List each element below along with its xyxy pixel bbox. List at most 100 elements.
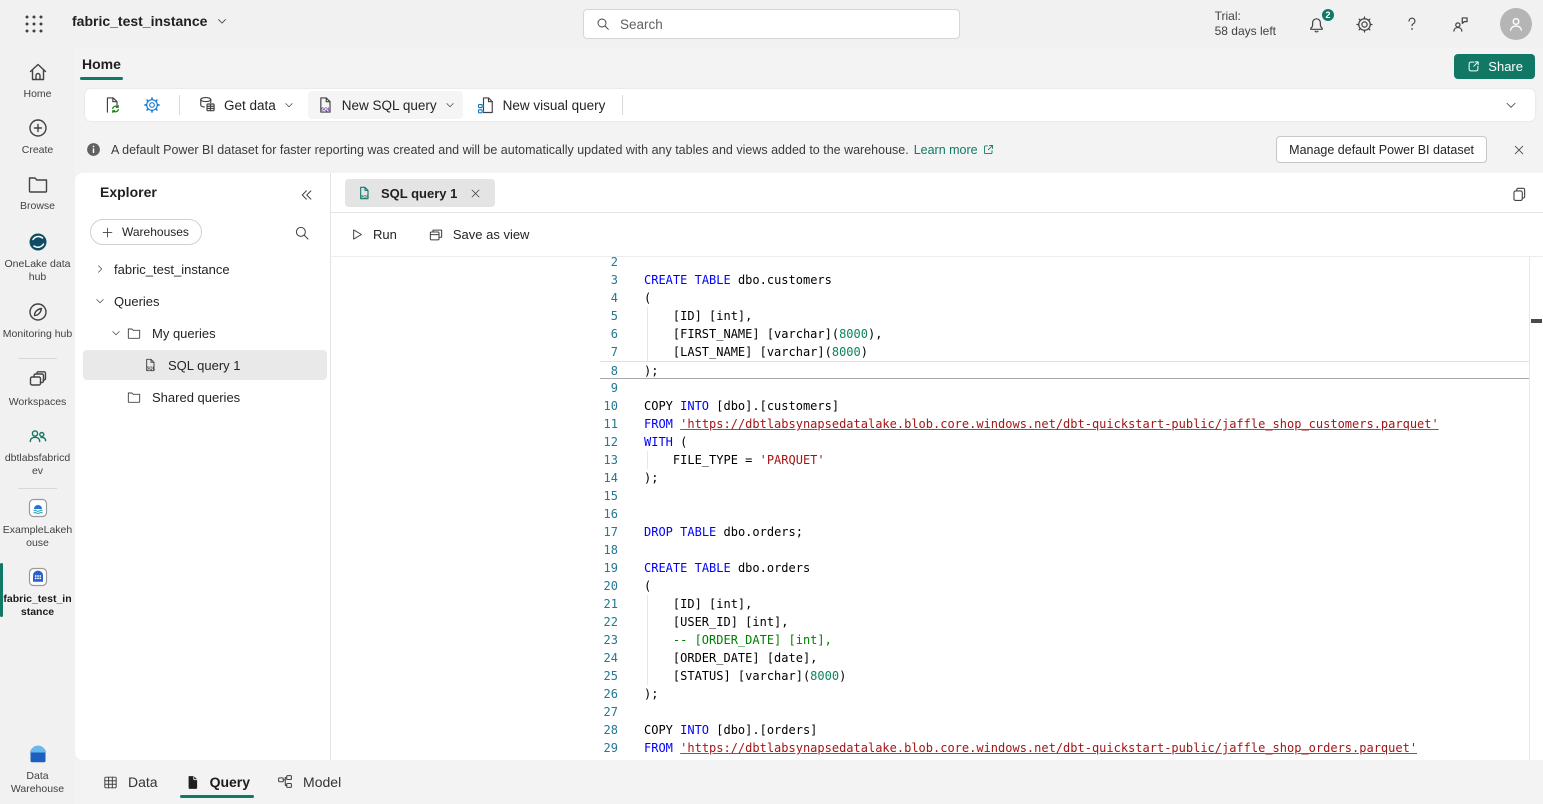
tree-item-sql-query-1[interactable]: SQLSQL query 1	[75, 349, 330, 381]
help-button[interactable]	[1396, 8, 1428, 40]
browse-icon	[26, 172, 50, 196]
code-token: [LAST_NAME] [varchar](	[644, 345, 832, 359]
code-line-9[interactable]: 9	[600, 379, 1530, 397]
explorer-search-button[interactable]	[293, 222, 315, 244]
code-line-6[interactable]: 6 [FIRST_NAME] [varchar](8000),	[600, 325, 1530, 343]
share-button[interactable]: Share	[1454, 54, 1535, 79]
rail-item-workspaces[interactable]: Workspaces	[0, 368, 75, 409]
code-token: TABLE	[695, 561, 731, 575]
code-token: 8000	[832, 345, 861, 359]
code-token: 8000	[810, 669, 839, 683]
code-line-14[interactable]: 14);	[600, 469, 1530, 487]
notifications-button[interactable]: 2	[1300, 8, 1332, 40]
code-line-18[interactable]: 18	[600, 541, 1530, 559]
rail-item-home[interactable]: Home	[0, 60, 75, 101]
line-number: 13	[600, 451, 618, 469]
settings-button[interactable]	[1348, 8, 1380, 40]
tab-sql-query-1[interactable]: SQL SQL query 1	[345, 179, 495, 207]
rail-item-onelake[interactable]: OneLake data hub	[0, 230, 75, 284]
manage-default-dataset-button[interactable]: Manage default Power BI dataset	[1276, 136, 1487, 163]
code-line-29[interactable]: 29FROM 'https://dbtlabsynapsedatalake.bl…	[600, 739, 1530, 757]
code-line-8[interactable]: 8);	[600, 361, 1530, 379]
code-line-17[interactable]: 17DROP TABLE dbo.orders;	[600, 523, 1530, 541]
view-tab-data[interactable]: Data	[98, 765, 162, 800]
save-as-view-button[interactable]: Save as view	[427, 226, 530, 244]
code-line-4[interactable]: 4(	[600, 289, 1530, 307]
editor-scrollbar[interactable]	[1529, 257, 1530, 760]
tab-close-button[interactable]	[466, 184, 484, 202]
tree-item-shared-queries[interactable]: Shared queries	[75, 381, 330, 413]
code-line-12[interactable]: 12WITH (	[600, 433, 1530, 451]
view-tab-query[interactable]: Query	[180, 765, 254, 800]
code-line-16[interactable]: 16	[600, 505, 1530, 523]
save-as-view-label: Save as view	[453, 227, 530, 242]
tree-item-queries[interactable]: Queries	[75, 285, 330, 317]
rail-item-fabric-test-instance[interactable]: fabric_test_instance	[0, 565, 75, 619]
search-input[interactable]	[583, 9, 960, 39]
line-number: 10	[600, 397, 618, 415]
code-token: TABLE	[680, 525, 716, 539]
run-button[interactable]: Run	[348, 226, 397, 243]
avatar[interactable]	[1500, 8, 1532, 40]
code-line-2[interactable]: 2	[600, 257, 1530, 271]
rail-item-dbtlabsfabricdev[interactable]: dbtlabsfabricdev	[0, 424, 75, 478]
workspace-switcher[interactable]: fabric_test_instance	[72, 13, 229, 29]
code-line-25[interactable]: 25 [STATUS] [varchar](8000)	[600, 667, 1530, 685]
code-line-13[interactable]: 13 FILE_TYPE = 'PARQUET'	[600, 451, 1530, 469]
banner-close-button[interactable]	[1507, 138, 1531, 162]
explorer-title: Explorer	[100, 184, 157, 200]
code-line-11[interactable]: 11FROM 'https://dbtlabsynapsedatalake.bl…	[600, 415, 1530, 433]
line-number: 12	[600, 433, 618, 451]
collapse-explorer-button[interactable]	[297, 185, 317, 205]
copy-button[interactable]	[1510, 184, 1530, 204]
help-icon	[1402, 14, 1422, 34]
settings-toolbar-button[interactable]	[135, 91, 169, 119]
code-line-19[interactable]: 19CREATE TABLE dbo.orders	[600, 559, 1530, 577]
app-launcher-button[interactable]	[22, 12, 46, 36]
code-line-20[interactable]: 20(	[600, 577, 1530, 595]
code-line-26[interactable]: 26);	[600, 685, 1530, 703]
chevron-down-icon[interactable]	[94, 295, 106, 307]
code-line-5[interactable]: 5 [ID] [int],	[600, 307, 1530, 325]
code-token: INTO	[680, 399, 709, 413]
code-line-15[interactable]: 15	[600, 487, 1530, 505]
code-token: )	[839, 669, 846, 683]
tab-home[interactable]: Home	[80, 54, 123, 74]
tree-item-my-queries[interactable]: My queries	[75, 317, 330, 349]
code-line-10[interactable]: 10COPY INTO [dbo].[customers]	[600, 397, 1530, 415]
warehouses-label: Warehouses	[122, 225, 189, 239]
chevron-right-icon[interactable]	[94, 263, 106, 275]
add-warehouses-button[interactable]: Warehouses	[90, 219, 202, 245]
rail-item-monitoring[interactable]: Monitoring hub	[0, 300, 75, 341]
tree-item-fabric_test_instance[interactable]: fabric_test_instance	[75, 253, 330, 285]
get-data-button[interactable]: Get data	[190, 91, 302, 119]
code-token: DROP	[644, 525, 673, 539]
code-line-24[interactable]: 24 [ORDER_DATE] [date],	[600, 649, 1530, 667]
rail-item-create[interactable]: Create	[0, 116, 75, 157]
feedback-button[interactable]	[1444, 8, 1476, 40]
rail-item-examplelakehouse[interactable]: ExampleLakehouse	[0, 496, 75, 550]
code-line-22[interactable]: 22 [USER_ID] [int],	[600, 613, 1530, 631]
new-sql-query-button[interactable]: SQL New SQL query	[308, 91, 463, 119]
code-line-21[interactable]: 21 [ID] [int],	[600, 595, 1530, 613]
code-line-7[interactable]: 7 [LAST_NAME] [varchar](8000)	[600, 343, 1530, 361]
code-token: FROM	[644, 417, 673, 431]
refresh-dataset-button[interactable]	[95, 91, 129, 119]
line-number: 8	[600, 362, 618, 380]
chevron-down-icon[interactable]	[110, 327, 122, 339]
code-line-27[interactable]: 27	[600, 703, 1530, 721]
code-line-23[interactable]: 23 -- [ORDER_DATE] [int],	[600, 631, 1530, 649]
collapse-ribbon-button[interactable]	[1497, 91, 1525, 119]
svg-text:SQL: SQL	[361, 194, 370, 199]
view-tab-model[interactable]: Model	[272, 764, 345, 800]
code-line-28[interactable]: 28COPY INTO [dbo].[orders]	[600, 721, 1530, 739]
new-visual-query-button[interactable]: New visual query	[469, 91, 613, 119]
sql-code-editor[interactable]: 23CREATE TABLE dbo.customers4(5 [ID] [in…	[600, 257, 1530, 760]
rail-item-data-warehouse[interactable]: Data Warehouse	[0, 742, 75, 796]
svg-text:SQL: SQL	[321, 107, 331, 112]
code-token: FILE_TYPE =	[644, 453, 760, 467]
code-line-3[interactable]: 3CREATE TABLE dbo.customers	[600, 271, 1530, 289]
rail-item-browse[interactable]: Browse	[0, 172, 75, 213]
new-sql-query-label: New SQL query	[342, 98, 437, 113]
learn-more-link[interactable]: Learn more	[914, 143, 995, 157]
